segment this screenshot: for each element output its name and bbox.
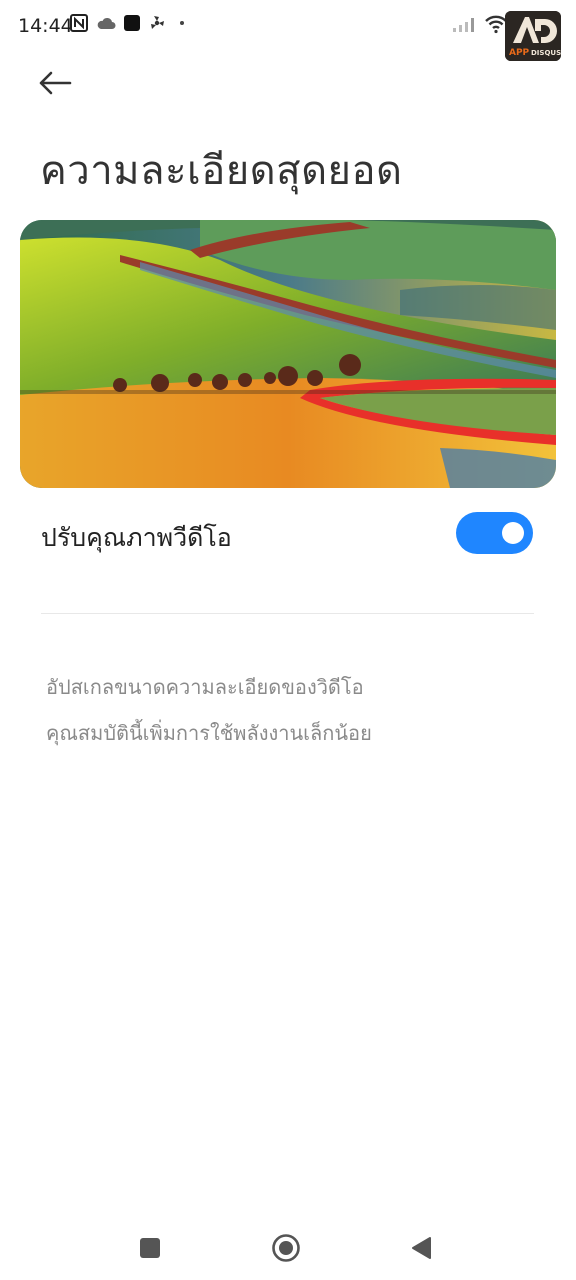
svg-text:APP: APP — [509, 48, 530, 58]
dot-icon — [180, 21, 184, 25]
cloud-icon — [97, 17, 116, 29]
navigation-bar — [0, 1214, 576, 1280]
page-title: ความละเอียดสุดยอด — [40, 148, 403, 194]
toggle-knob — [502, 522, 524, 544]
svg-text:DISQUS: DISQUS — [531, 49, 561, 57]
setting-label: ปรับคุณภาพวีดีโอ — [41, 523, 232, 552]
hero-image — [20, 220, 556, 488]
home-circle-icon — [272, 1234, 300, 1262]
video-quality-setting-row[interactable]: ปรับคุณภาพวีดีโอ — [0, 500, 576, 570]
status-icons-right — [452, 14, 508, 34]
app-square-icon — [124, 15, 140, 31]
home-button[interactable] — [270, 1232, 302, 1264]
back-nav-button[interactable] — [405, 1232, 437, 1264]
fan-icon — [151, 16, 164, 29]
status-time: 14:44 — [18, 15, 73, 37]
app-logo: APP DISQUS — [505, 11, 561, 61]
recents-square-icon — [140, 1238, 160, 1258]
back-triangle-icon — [412, 1237, 431, 1259]
signal-icon — [453, 18, 474, 32]
description-line-1: อัปสเกลขนาดความละเอียดของวิดีโอ — [46, 675, 364, 699]
description-line-2: คุณสมบัตินี้เพิ่มการใช้พลังงานเล็กน้อย — [46, 721, 372, 745]
back-button[interactable] — [30, 60, 80, 106]
arrow-left-icon — [39, 71, 72, 95]
video-quality-toggle[interactable] — [456, 512, 533, 554]
status-icons-left — [70, 14, 184, 32]
recents-button[interactable] — [134, 1232, 166, 1264]
nfc-icon — [70, 14, 88, 32]
status-bar: 14:44 APP DISQUS — [0, 0, 576, 61]
divider — [41, 613, 534, 614]
